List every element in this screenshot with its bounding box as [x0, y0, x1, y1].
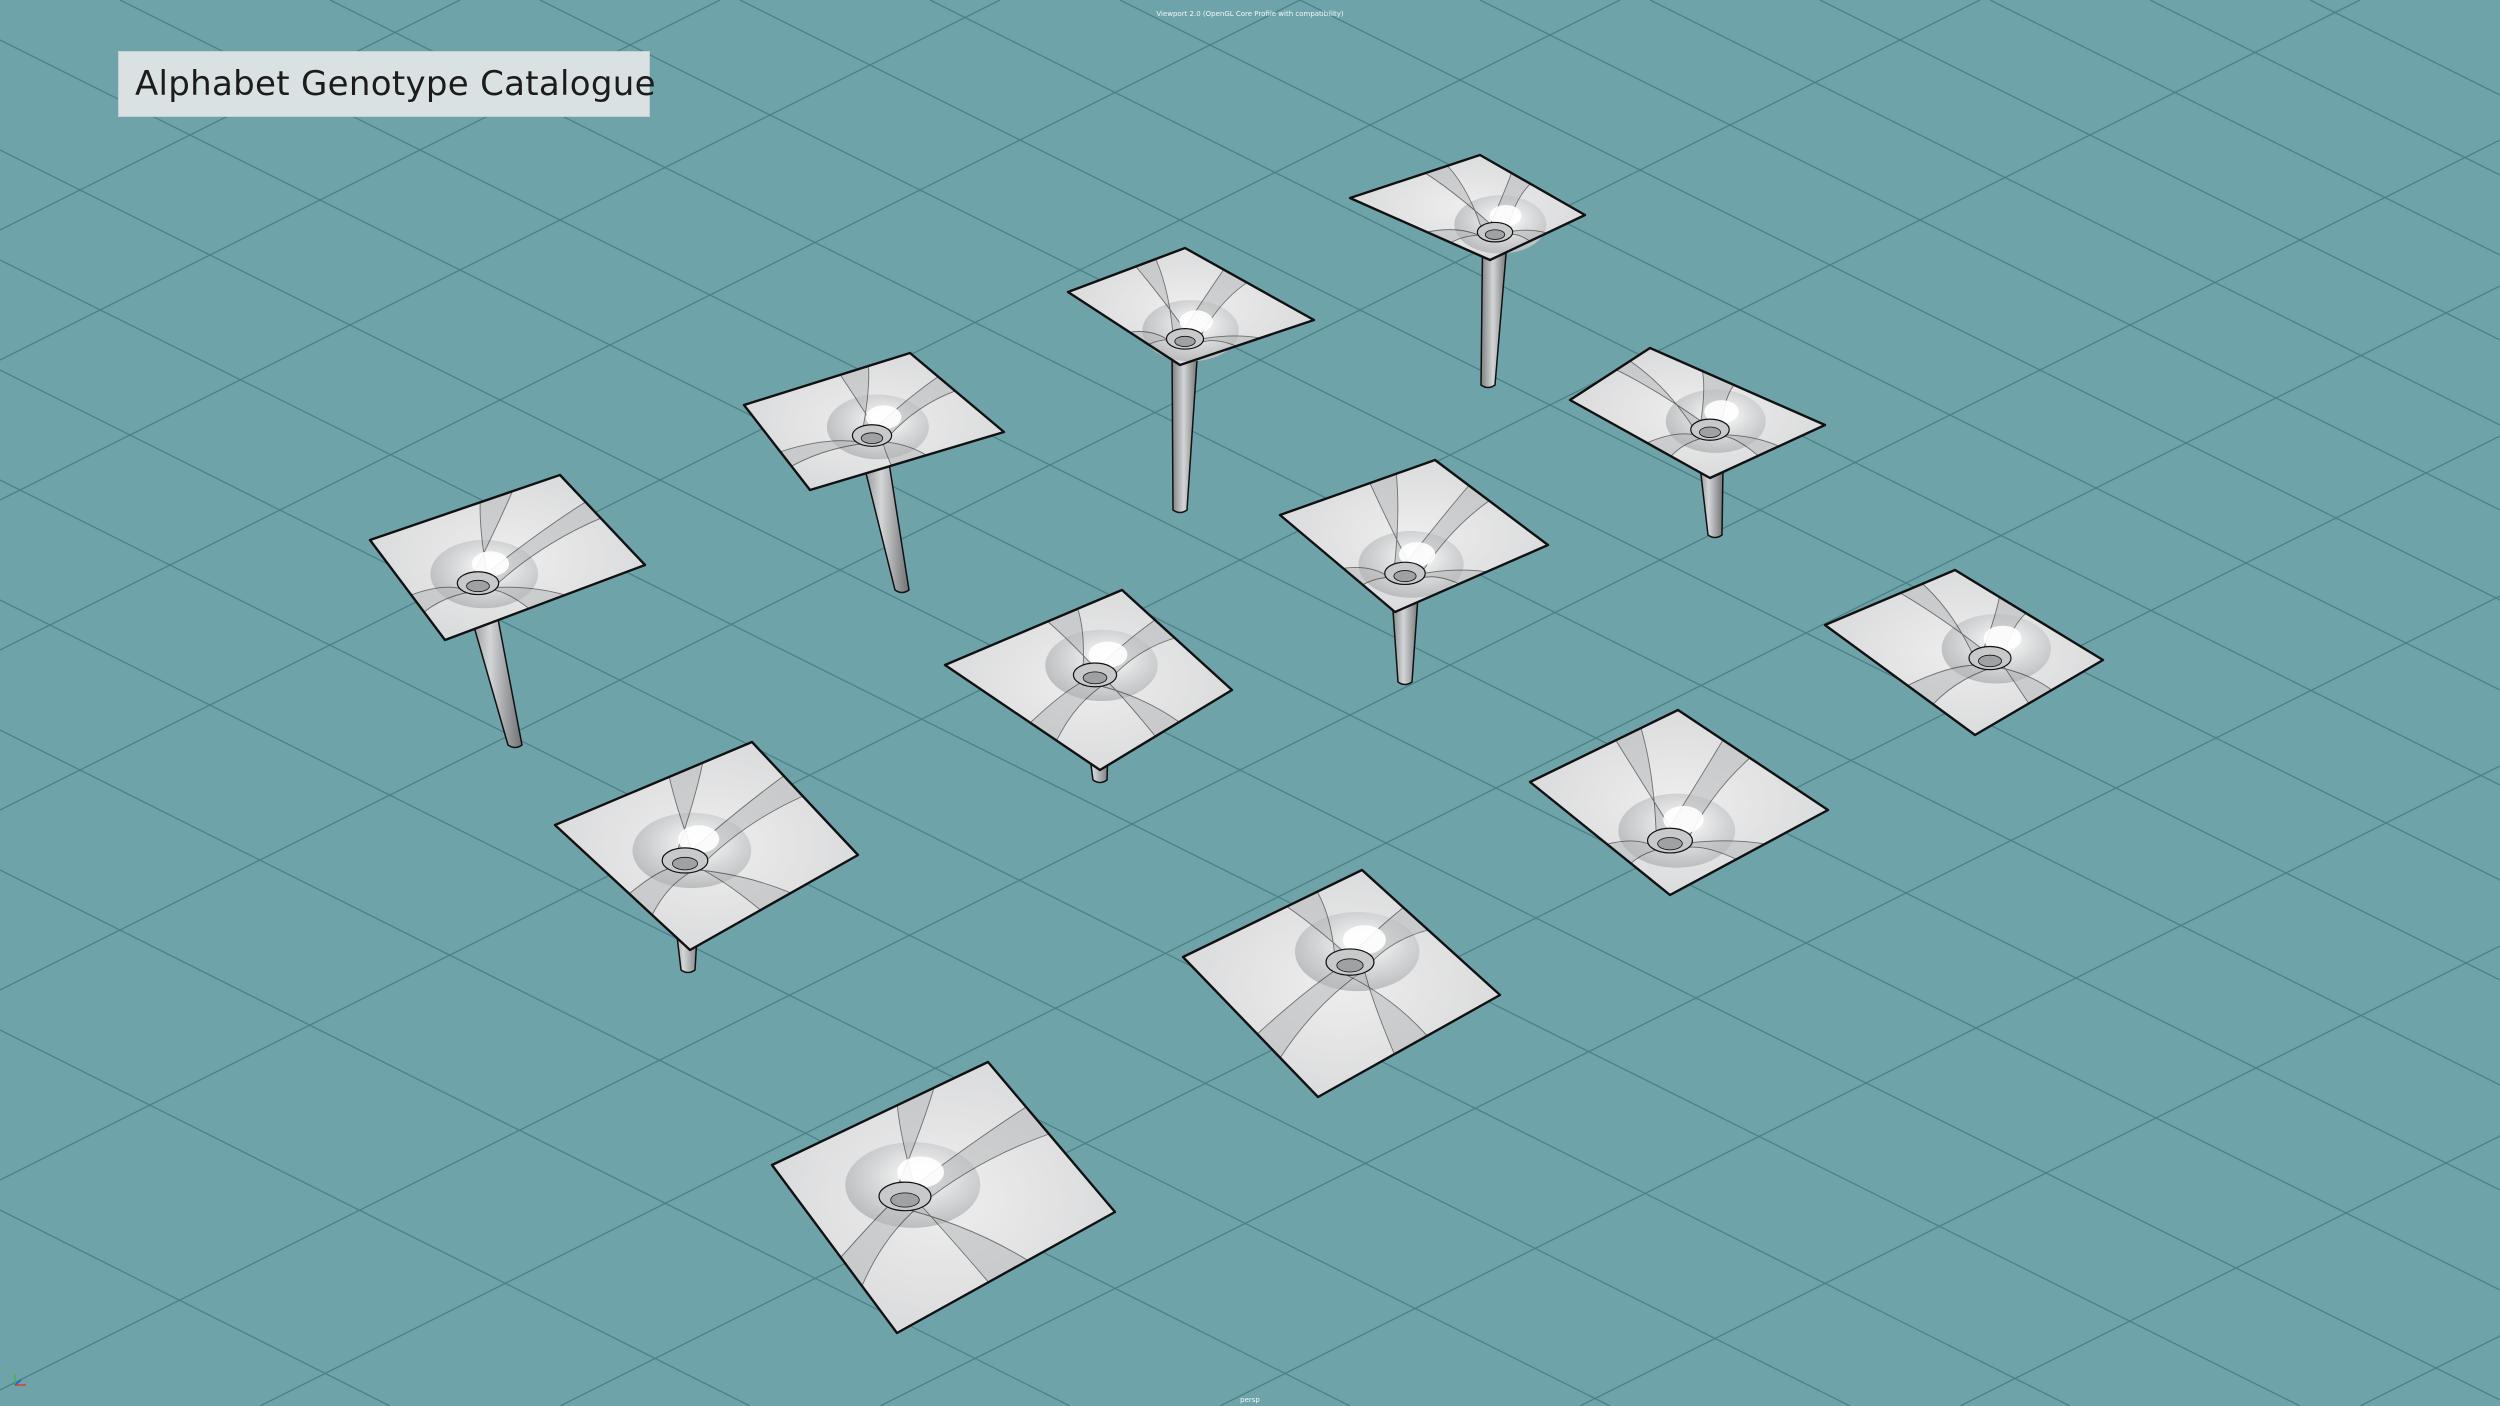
genotype-hole [1082, 671, 1108, 685]
genotype-stem [1171, 344, 1199, 514]
genotype-hole [1174, 335, 1196, 347]
genotype-hole [860, 432, 884, 445]
scene-canvas[interactable] [0, 0, 2500, 1406]
genotype-model-5[interactable] [1568, 346, 1827, 539]
genotype-model-12[interactable] [770, 1060, 1117, 1335]
genotype-model-9[interactable] [1823, 568, 2105, 737]
genotype-hole [672, 856, 698, 871]
camera-name-label: persp [1240, 1396, 1260, 1404]
genotype-model-4[interactable] [1348, 153, 1587, 389]
genotype-hole [890, 1192, 920, 1208]
genotype-hole [1336, 958, 1364, 973]
catalogue-title-panel: Alphabet Genotype Catalogue [118, 51, 656, 117]
genotype-stem [1480, 237, 1509, 389]
genotype-hole [1657, 837, 1683, 851]
genotype-model-2[interactable] [742, 351, 1006, 594]
axis-gizmo-icon [14, 1374, 26, 1386]
genotype-hole [1978, 654, 2002, 668]
genotype-model-7[interactable] [943, 588, 1234, 784]
genotype-model-6[interactable] [1278, 458, 1550, 686]
genotype-hole [1699, 426, 1721, 438]
catalogue-title: Alphabet Genotype Catalogue [135, 64, 656, 104]
genotype-hole [1393, 570, 1417, 583]
genotype-model-11[interactable] [1181, 868, 1502, 1099]
genotype-model-1[interactable] [368, 473, 647, 749]
ground-grid [0, 0, 2500, 1406]
viewport-3d[interactable] [0, 0, 2500, 1406]
viewport-renderer-label: Viewport 2.0 (OpenGL Core Profile with c… [1156, 10, 1344, 18]
genotype-models [368, 153, 2105, 1335]
genotype-hole [466, 579, 490, 593]
genotype-model-10[interactable] [1528, 708, 1830, 897]
genotype-hole [1484, 229, 1506, 240]
